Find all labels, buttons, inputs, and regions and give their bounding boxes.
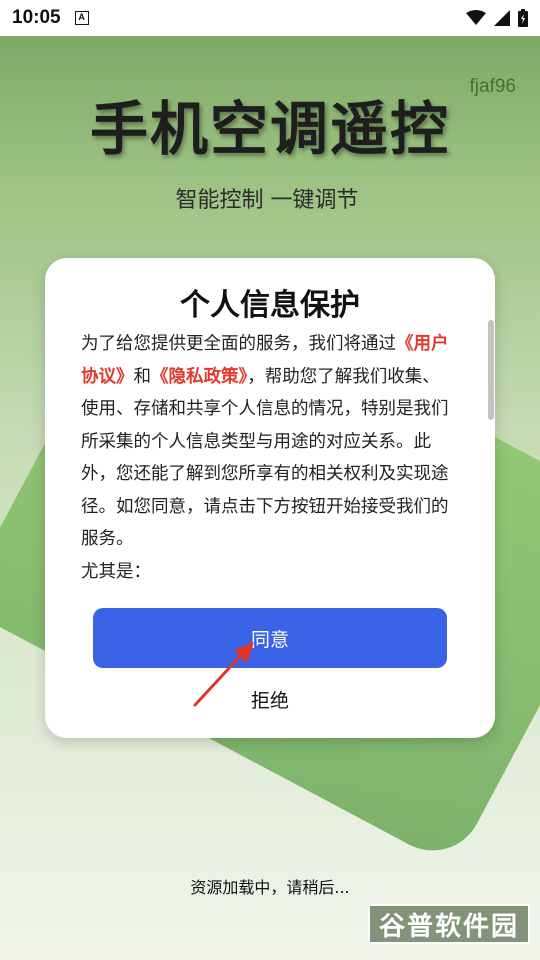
status-bar: 10:05 A [0, 0, 540, 36]
dialog-title: 个人信息保护 [180, 288, 360, 323]
battery-icon [518, 9, 528, 27]
body-more-text: 尤其是： [81, 561, 151, 582]
body-intro-text: 为了给您提供更全面的服务，我们将通过 [81, 334, 396, 354]
privacy-policy-link[interactable]: 《隐私政策》 [151, 367, 247, 387]
watermark-id: fjaf96 [469, 76, 516, 97]
privacy-dialog: 个人信息保护 为了给您提供更全面的服务，我们将通过《用户协议》和《隐私政策》，帮… [45, 258, 495, 738]
agree-button[interactable]: 同意 [93, 608, 447, 668]
app-title: 手机空调遥控 [89, 95, 450, 163]
app-subtitle: 智能控制 一键调节 [175, 188, 359, 213]
cell-signal-icon [494, 10, 510, 26]
body-and-text: 和 [133, 366, 152, 387]
wifi-icon [466, 10, 486, 25]
dialog-scrollbar[interactable] [488, 320, 494, 420]
loading-text: 资源加载中，请稍后... [190, 878, 350, 897]
status-time: 10:05 [12, 7, 61, 28]
brand-watermark: 谷普软件园 [368, 904, 530, 944]
dialog-body[interactable]: 为了给您提供更全面的服务，我们将通过《用户协议》和《隐私政策》，帮助您了解我们收… [81, 328, 449, 598]
notification-a-icon: A [74, 11, 89, 25]
annotation-arrow-icon [193, 642, 254, 707]
body-main-text: ，帮助您了解我们收集、使用、存储和共享个人信息的情况，特别是我们所采集的个人信息… [81, 366, 449, 550]
